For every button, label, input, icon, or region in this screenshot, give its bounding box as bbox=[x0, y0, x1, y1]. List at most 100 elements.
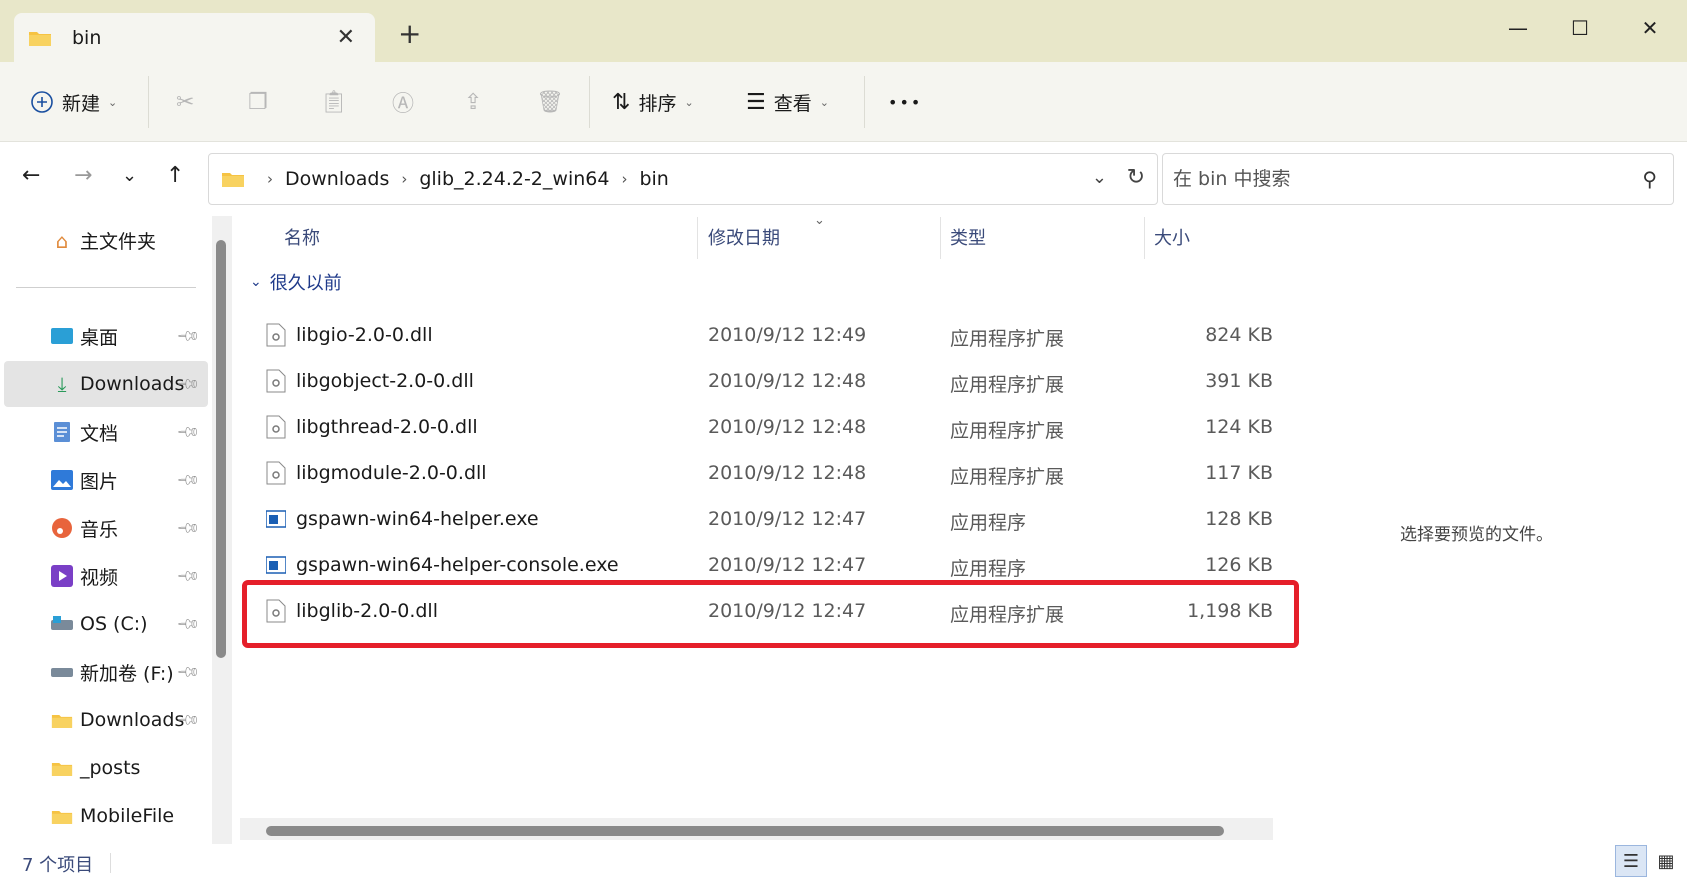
copy-icon: ❐ bbox=[248, 89, 268, 115]
file-row[interactable]: libgmodule-2.0-0.dll 2010/9/12 12:48 应用程… bbox=[238, 451, 1273, 497]
sidebar-item-music[interactable]: 音乐 📌︎ bbox=[4, 505, 208, 551]
search-icon[interactable]: ⚲ bbox=[1642, 167, 1657, 191]
pin-icon[interactable]: 📌︎ bbox=[175, 515, 201, 541]
toolbar-divider bbox=[864, 76, 865, 128]
view-button[interactable]: ☰ 查看 ⌄ bbox=[746, 62, 829, 142]
pin-icon[interactable]: 📌︎ bbox=[175, 611, 201, 637]
column-divider[interactable] bbox=[940, 217, 941, 259]
status-bar: 7 个项目 ☰ ▦ bbox=[0, 845, 1687, 878]
column-divider[interactable] bbox=[1144, 217, 1145, 259]
sidebar-item-posts[interactable]: _posts bbox=[4, 745, 208, 791]
minimize-button[interactable]: — bbox=[1488, 8, 1548, 48]
chevron-down-icon: ⌄ bbox=[250, 274, 262, 290]
sort-label: 排序 bbox=[638, 92, 677, 115]
pin-icon[interactable]: 📌︎ bbox=[175, 563, 201, 589]
more-options-button[interactable]: ••• bbox=[888, 62, 922, 142]
dll-file-icon bbox=[266, 599, 286, 623]
address-dropdown-icon[interactable]: ⌄ bbox=[1092, 167, 1107, 188]
sort-indicator-icon: ⌄ bbox=[814, 213, 825, 228]
search-input[interactable] bbox=[1163, 154, 1603, 204]
navigation-pane: ⌂ 主文件夹 桌面 📌︎ ⤓ Downloads 📌︎ 文档 📌︎ 图片 📌︎ … bbox=[0, 213, 210, 843]
paste-button[interactable]: 📋︎ bbox=[320, 62, 348, 142]
sidebar-item-downloads[interactable]: ⤓ Downloads 📌︎ bbox=[4, 361, 208, 407]
breadcrumb-separator-icon[interactable]: › bbox=[267, 170, 273, 188]
sidebar-item-desktop[interactable]: 桌面 📌︎ bbox=[4, 313, 208, 359]
share-button[interactable]: ⇪ bbox=[464, 62, 482, 142]
sort-button[interactable]: ⇅ 排序 ⌄ bbox=[612, 62, 694, 142]
videos-icon bbox=[50, 565, 74, 587]
rename-button[interactable]: Ⓐ bbox=[392, 62, 414, 142]
column-divider[interactable] bbox=[697, 217, 698, 259]
tab-bin[interactable]: bin ✕ bbox=[14, 13, 375, 62]
music-icon bbox=[50, 518, 74, 538]
sidebar-item-label: MobileFile bbox=[80, 805, 175, 827]
tab-title: bin bbox=[72, 26, 102, 49]
dll-file-icon bbox=[266, 323, 286, 347]
sidebar-item-mobilefile[interactable]: MobileFile bbox=[4, 793, 208, 839]
group-header[interactable]: ⌄ 很久以前 bbox=[250, 269, 342, 295]
pin-icon[interactable]: 📌︎ bbox=[175, 467, 201, 493]
sidebar-item-label: 视频 bbox=[80, 566, 119, 589]
tiles-view-icon: ▦ bbox=[1657, 850, 1675, 872]
breadcrumb-separator-icon[interactable]: › bbox=[401, 170, 407, 188]
sidebar-item-drive-c[interactable]: OS (C:) 📌︎ bbox=[4, 601, 208, 647]
file-size: 391 KB bbox=[1205, 370, 1273, 392]
search-box[interactable]: ⚲ bbox=[1162, 153, 1674, 205]
sidebar-divider bbox=[16, 287, 196, 288]
chevron-down-icon: ⌄ bbox=[819, 95, 829, 109]
column-header-size[interactable]: 大小 bbox=[1154, 213, 1190, 261]
sidebar-item-documents[interactable]: 文档 📌︎ bbox=[4, 409, 208, 455]
breadcrumb-separator-icon[interactable]: › bbox=[621, 170, 627, 188]
status-divider bbox=[110, 853, 111, 873]
column-header-date[interactable]: 修改日期 bbox=[708, 213, 780, 261]
rename-icon: Ⓐ bbox=[392, 92, 415, 117]
pin-icon[interactable]: 📌︎ bbox=[175, 419, 201, 445]
column-header-type[interactable]: 类型 bbox=[950, 213, 986, 261]
file-row[interactable]: libgio-2.0-0.dll 2010/9/12 12:49 应用程序扩展 … bbox=[238, 313, 1273, 359]
breadcrumb-downloads[interactable]: Downloads bbox=[285, 168, 389, 190]
sidebar-item-downloads-folder[interactable]: Downloads 📌︎ bbox=[4, 697, 208, 743]
file-size: 117 KB bbox=[1205, 462, 1273, 484]
dll-file-icon bbox=[266, 415, 286, 439]
sidebar-item-home[interactable]: ⌂ 主文件夹 bbox=[50, 227, 156, 254]
delete-button[interactable]: 🗑︎ bbox=[536, 62, 564, 142]
new-tab-button[interactable]: + bbox=[398, 20, 421, 48]
horizontal-scrollbar-thumb[interactable] bbox=[266, 826, 1224, 836]
up-arrow-icon[interactable]: ↑ bbox=[166, 163, 184, 188]
breadcrumb-glib[interactable]: glib_2.24.2-2_win64 bbox=[419, 168, 609, 190]
recent-locations-chevron-icon[interactable]: ⌄ bbox=[122, 165, 137, 186]
breadcrumb-bin[interactable]: bin bbox=[639, 168, 668, 190]
pin-icon[interactable]: 📌︎ bbox=[175, 323, 201, 349]
file-row[interactable]: libgthread-2.0-0.dll 2010/9/12 12:48 应用程… bbox=[238, 405, 1273, 451]
file-row[interactable]: libgobject-2.0-0.dll 2010/9/12 12:48 应用程… bbox=[238, 359, 1273, 405]
cut-button[interactable]: ✂ bbox=[176, 62, 194, 142]
file-size: 124 KB bbox=[1205, 416, 1273, 438]
preview-pane-message: 选择要预览的文件。 bbox=[1400, 525, 1553, 545]
sidebar-item-drive-f[interactable]: 新加卷 (F:) 📌︎ bbox=[4, 649, 208, 695]
file-row[interactable]: libglib-2.0-0.dll 2010/9/12 12:47 应用程序扩展… bbox=[238, 589, 1273, 635]
new-button[interactable]: 新建 ⌄ bbox=[30, 62, 117, 142]
details-view-button[interactable]: ☰ bbox=[1615, 845, 1647, 877]
back-arrow-icon[interactable]: ← bbox=[22, 163, 40, 188]
sidebar-item-videos[interactable]: 视频 📌︎ bbox=[4, 553, 208, 599]
copy-button[interactable]: ❐ bbox=[248, 62, 268, 142]
forward-arrow-icon[interactable]: → bbox=[74, 163, 92, 188]
file-row[interactable]: gspawn-win64-helper.exe 2010/9/12 12:47 … bbox=[238, 497, 1273, 543]
file-size: 1,198 KB bbox=[1187, 600, 1273, 622]
address-bar[interactable]: › Downloads › glib_2.24.2-2_win64 › bin … bbox=[208, 153, 1158, 205]
refresh-icon[interactable]: ↻ bbox=[1127, 165, 1145, 190]
sidebar-item-pictures[interactable]: 图片 📌︎ bbox=[4, 457, 208, 503]
folder-icon bbox=[50, 806, 74, 826]
maximize-button[interactable]: ☐ bbox=[1550, 8, 1610, 48]
sidebar-scrollbar-thumb[interactable] bbox=[216, 240, 226, 658]
column-header-name[interactable]: 名称 bbox=[284, 213, 320, 261]
sort-icon: ⇅ bbox=[612, 89, 631, 115]
tiles-view-button[interactable]: ▦ bbox=[1650, 845, 1682, 877]
close-tab-icon[interactable]: ✕ bbox=[337, 25, 355, 50]
pin-icon[interactable]: 📌︎ bbox=[175, 659, 201, 685]
toolbar-divider bbox=[589, 76, 590, 128]
command-bar: 新建 ⌄ ✂ ❐ 📋︎ Ⓐ ⇪ 🗑︎ ⇅ 排序 ⌄ ☰ 查看 ⌄ ••• bbox=[0, 62, 1687, 142]
file-row[interactable]: gspawn-win64-helper-console.exe 2010/9/1… bbox=[238, 543, 1273, 589]
delete-icon: 🗑︎ bbox=[536, 89, 564, 115]
close-window-button[interactable]: ✕ bbox=[1620, 8, 1680, 48]
